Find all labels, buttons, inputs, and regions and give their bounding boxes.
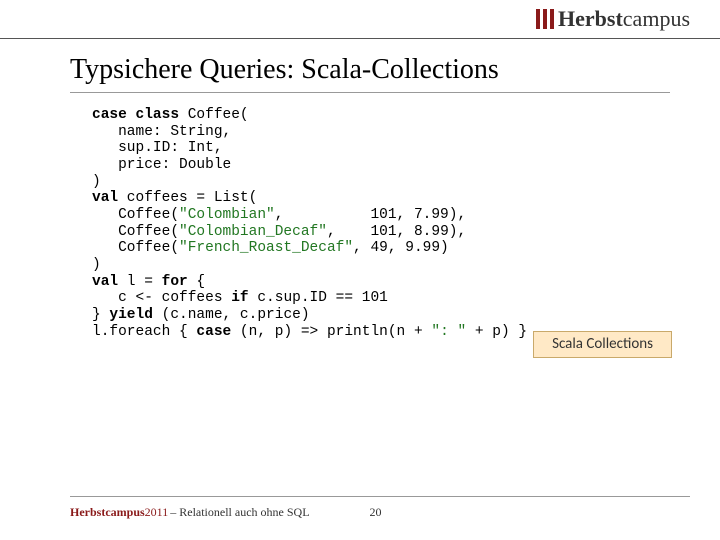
code-line: ) <box>92 174 670 191</box>
code-line: price: Double <box>92 157 670 174</box>
code-block: case class Coffee( name: String, sup.ID:… <box>0 93 720 340</box>
header: Herbstcampus <box>0 0 720 39</box>
scala-collections-badge: Scala Collections <box>533 331 672 358</box>
page-number: 20 <box>370 505 382 520</box>
footer-year: 2011 <box>145 505 169 520</box>
code-line: sup.ID: Int, <box>92 140 670 157</box>
logo-rest: campus <box>623 6 690 31</box>
logo-bold: Herbst <box>558 6 623 31</box>
logo: Herbstcampus <box>536 6 690 32</box>
herbst-logo-icon <box>536 9 554 29</box>
slide-title: Typsichere Queries: Scala-Collections <box>0 39 720 92</box>
code-line: name: String, <box>92 124 670 141</box>
footer-brand: Herbstcampus <box>70 505 145 520</box>
code-line: ) <box>92 257 670 274</box>
footer-subtitle: – Relationell auch ohne SQL <box>170 505 309 520</box>
logo-text: Herbstcampus <box>558 6 690 32</box>
footer: Herbstcampus 2011 – Relationell auch ohn… <box>70 496 690 520</box>
